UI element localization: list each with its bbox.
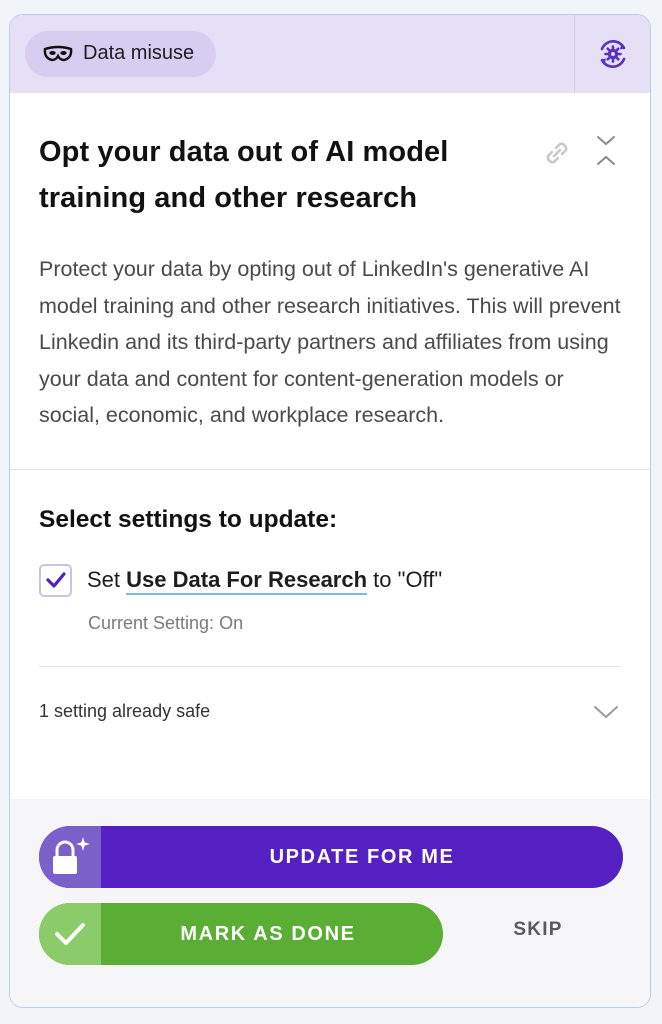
done-button-label: MARK AS DONE (180, 922, 356, 945)
collapse-toggle-icon[interactable] (593, 133, 619, 169)
skip-button[interactable]: SKIP (494, 919, 582, 941)
update-for-me-button[interactable]: UPDATE FOR ME (39, 826, 623, 888)
gear-icon (600, 39, 625, 68)
setting-checkbox[interactable] (39, 563, 72, 597)
setting-text: Set Use Data For Research to "Off" (87, 567, 443, 595)
task-description: Protect your data by opting out of Linke… (39, 257, 621, 427)
task-title: Opt your data out of AI model training a… (39, 136, 449, 214)
done-button-cap (39, 903, 101, 965)
chevron-down-icon (594, 705, 618, 718)
update-button-cap (39, 826, 101, 888)
current-setting: Current Setting: On (88, 612, 244, 633)
link-icon[interactable] (539, 135, 575, 171)
category-badge: Data misuse (25, 30, 217, 77)
settings-heading: Select settings to update: (39, 505, 338, 533)
section-divider (10, 468, 650, 470)
setting-suffix: to "Off" (373, 567, 443, 592)
card-header: Data misuse (10, 15, 650, 93)
checkmark-icon (45, 572, 66, 588)
action-footer: UPDATE FOR ME MARK AS DONE SKIP (10, 799, 650, 1007)
category-badge-label: Data misuse (83, 42, 195, 64)
update-button-label: UPDATE FOR ME (269, 845, 455, 868)
mask-icon (43, 45, 73, 61)
mark-as-done-button[interactable]: MARK AS DONE (39, 903, 443, 965)
safe-settings-expander[interactable]: 1 setting already safe (39, 667, 621, 757)
check-icon (55, 923, 85, 945)
task-card: Data misuse Opt your data out of AI mode… (9, 14, 651, 1008)
settings-section: Select settings to update: Set Use Data … (10, 506, 650, 757)
task-content: Opt your data out of AI model training a… (10, 93, 650, 434)
setting-prefix: Set (87, 567, 121, 592)
setting-name-link[interactable]: Use Data For Research (126, 567, 368, 595)
safe-settings-label: 1 setting already safe (39, 701, 211, 721)
setting-row: Set Use Data For Research to "Off" (39, 563, 621, 597)
lock-sparkle-icon (53, 837, 90, 874)
settings-button[interactable] (574, 15, 650, 93)
